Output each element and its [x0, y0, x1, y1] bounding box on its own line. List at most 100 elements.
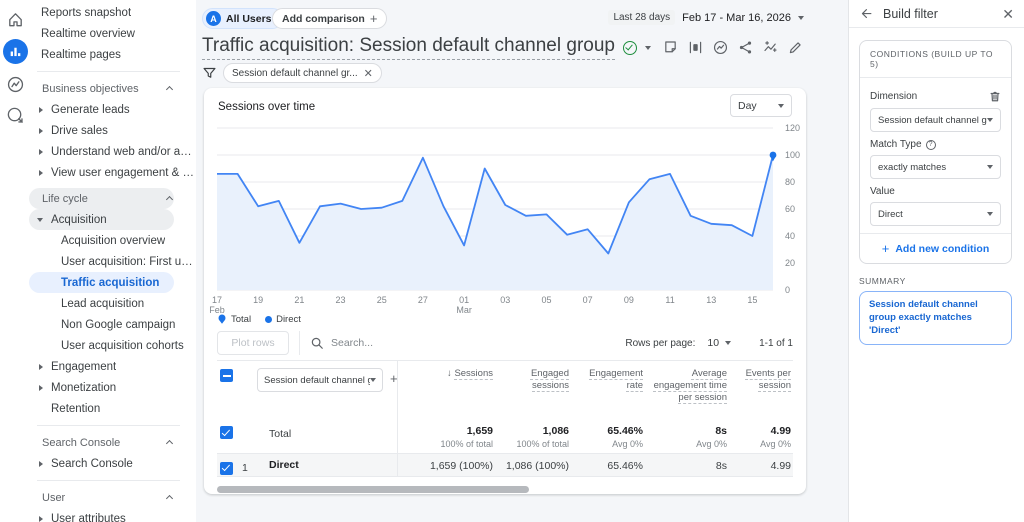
active-filter-chip[interactable]: Session default channel gr... ✕: [223, 63, 382, 83]
sidebar-item-understand-traffic[interactable]: Understand web and/or app t...: [30, 141, 196, 162]
sidebar-item-search-console[interactable]: Search Console: [30, 453, 196, 474]
chevron-down-icon[interactable]: [725, 341, 732, 345]
expand-arrow-icon: [39, 363, 43, 370]
table-row[interactable]: 1 Direct 1,659 (100%) 1,086 (100%) 65.46…: [217, 454, 793, 477]
edit-icon[interactable]: [786, 38, 804, 56]
sidebar-item-generate-leads[interactable]: Generate leads: [30, 99, 196, 120]
svg-text:07: 07: [583, 295, 593, 305]
report-card: Sessions over time Day 0 20 40 60 80 100 120 17…: [204, 88, 806, 494]
expand-arrow-icon: [39, 515, 43, 522]
search-input[interactable]: [331, 337, 451, 349]
rows-per-page-value[interactable]: 10: [707, 337, 719, 349]
explore-icon[interactable]: [4, 73, 26, 95]
date-range-picker[interactable]: Last 28 days Feb 17 - Mar 16, 2026: [608, 10, 804, 25]
delete-condition-icon[interactable]: [989, 90, 1001, 103]
sidebar-item-acquisition[interactable]: Acquisition: [29, 209, 196, 230]
pagination-range: 1-1 of 1: [759, 337, 793, 349]
page-notes-icon[interactable]: [661, 38, 679, 56]
dimension-select[interactable]: Session default channel group: [870, 108, 1001, 132]
report-toolbar: [661, 38, 804, 56]
sidebar-item-realtime-pages[interactable]: Realtime pages: [30, 44, 196, 65]
sidebar-item-non-google-campaign[interactable]: Non Google campaign: [30, 314, 196, 335]
svg-text:27: 27: [418, 295, 428, 305]
sidebar-item-user-acquisition[interactable]: User acquisition: First user ...: [30, 251, 196, 272]
sidebar-item-user-acquisition-cohorts[interactable]: User acquisition cohorts: [30, 335, 196, 356]
match-type-select[interactable]: exactly matches: [870, 155, 1001, 179]
column-header-sessions[interactable]: ↓ Sessions: [397, 361, 495, 420]
svg-text:09: 09: [624, 295, 634, 305]
insights-icon[interactable]: [711, 38, 729, 56]
nav-section-user[interactable]: User: [30, 487, 196, 508]
reports-icon[interactable]: [2, 39, 28, 64]
horizontal-scrollbar[interactable]: [217, 486, 529, 493]
row-checkbox[interactable]: [220, 461, 233, 475]
svg-text:05: 05: [541, 295, 551, 305]
sidebar-item-retention[interactable]: Retention: [30, 398, 196, 419]
plot-rows-button[interactable]: Plot rows: [217, 331, 289, 355]
table-header-row: Session default channel group + ↓ Sessio…: [217, 360, 793, 420]
search-icon: [311, 337, 323, 349]
home-icon[interactable]: [4, 8, 26, 30]
column-header-avg-engagement-time[interactable]: Average engagement time per session: [645, 361, 729, 420]
granularity-select[interactable]: Day: [730, 94, 792, 117]
sidebar-item-reports-snapshot[interactable]: Reports snapshot: [30, 2, 196, 23]
sidebar-item-engagement[interactable]: Engagement: [30, 356, 196, 377]
sidebar-item-drive-sales[interactable]: Drive sales: [30, 120, 196, 141]
all-users-label: All Users: [226, 12, 272, 25]
column-header-engaged-sessions[interactable]: Engaged sessions: [495, 361, 571, 420]
chevron-down-icon: [987, 118, 993, 122]
dot-marker-icon: [265, 316, 273, 323]
sidebar-item-realtime-overview[interactable]: Realtime overview: [30, 23, 196, 44]
nav-section-life-cycle[interactable]: Life cycle: [29, 188, 196, 209]
summary-header: SUMMARY: [859, 276, 906, 286]
dimension-selector[interactable]: Session default channel group: [257, 368, 383, 392]
nav-divider: [37, 480, 180, 481]
advertising-icon[interactable]: [4, 104, 26, 126]
sidebar-item-lead-acquisition[interactable]: Lead acquisition: [30, 293, 196, 314]
all-users-chip[interactable]: A All Users: [202, 8, 283, 29]
svg-text:01: 01: [459, 295, 469, 305]
sidebar-item-acquisition-overview[interactable]: Acquisition overview: [30, 230, 196, 251]
add-new-condition-button[interactable]: + Add new condition: [860, 233, 1011, 263]
app-rail: [0, 0, 30, 522]
chart-legend: Total Direct: [217, 314, 301, 325]
share-icon[interactable]: [736, 38, 754, 56]
chevron-down-icon: [370, 378, 376, 382]
expand-arrow-icon: [39, 106, 43, 113]
column-header-events-per-session[interactable]: Events per session: [729, 361, 793, 420]
sidebar-item-monetization[interactable]: Monetization: [30, 377, 196, 398]
expand-arrow-icon: [39, 460, 43, 467]
help-icon[interactable]: ?: [925, 139, 936, 150]
svg-text:19: 19: [253, 295, 263, 305]
value-select[interactable]: Direct: [870, 202, 1001, 226]
sparkline-insights-icon[interactable]: [761, 38, 779, 56]
filter-summary: Session default channel group exactly ma…: [859, 291, 1012, 346]
nav-section-business-objectives[interactable]: Business objectives: [30, 78, 196, 99]
sidebar-item-traffic-acquisition[interactable]: Traffic acquisition: [29, 272, 196, 293]
svg-text:13: 13: [706, 295, 716, 305]
chevron-up-icon: [165, 494, 174, 503]
funnel-icon[interactable]: [202, 66, 217, 81]
filter-chip-label: Session default channel gr...: [232, 67, 358, 79]
svg-text:20: 20: [785, 258, 795, 268]
sidebar-item-view-engagement[interactable]: View user engagement & rete...: [30, 162, 196, 183]
nav-section-search-console[interactable]: Search Console: [30, 432, 196, 453]
svg-text:03: 03: [500, 295, 510, 305]
close-icon[interactable]: ✕: [1002, 7, 1014, 21]
audience-avatar: A: [206, 11, 221, 26]
sort-desc-icon: ↓: [447, 368, 452, 379]
totals-checkbox[interactable]: [220, 426, 233, 439]
column-header-engagement-rate[interactable]: Engagement rate: [571, 361, 645, 420]
data-table: Session default channel group + ↓ Sessio…: [217, 360, 793, 477]
back-arrow-icon[interactable]: [859, 7, 873, 21]
remove-filter-icon[interactable]: ✕: [364, 67, 373, 80]
expand-arrow-icon: [39, 384, 43, 391]
select-all-checkbox[interactable]: [220, 369, 233, 382]
match-type-label: Match Type: [870, 139, 922, 150]
legend-item-direct: Direct: [265, 314, 301, 325]
comparisons-icon[interactable]: [686, 38, 704, 56]
svg-text:15: 15: [747, 295, 757, 305]
sidebar-item-user-attributes[interactable]: User attributes: [30, 508, 196, 522]
add-comparison-button[interactable]: Add comparison +: [272, 8, 388, 29]
chevron-down-icon[interactable]: [644, 45, 651, 50]
